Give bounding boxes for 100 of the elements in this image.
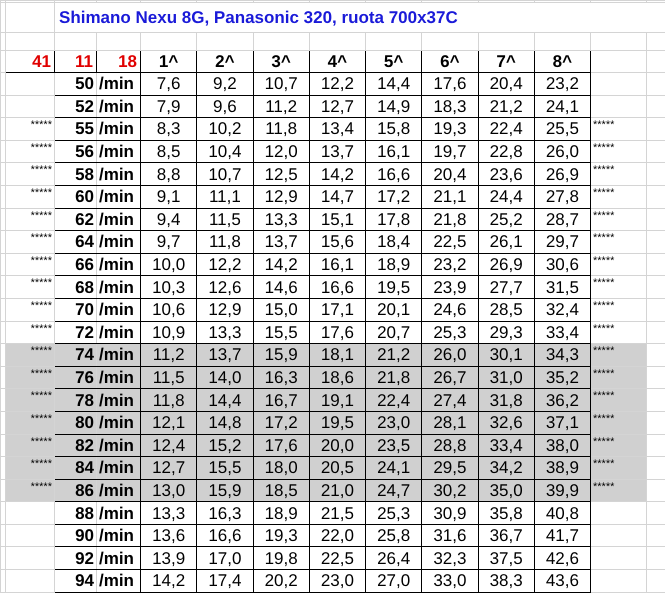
- unit-cell: /min: [96, 185, 140, 208]
- table-cell: 32,4: [534, 298, 590, 322]
- cadence-cell: 78: [54, 388, 96, 412]
- table-cell: 20,0: [309, 434, 366, 457]
- table-cell: 42,6: [534, 546, 590, 570]
- table-cell: 38,3: [478, 570, 534, 592]
- table-cell: 8,5: [140, 140, 197, 163]
- table-cell: 20,4: [478, 72, 534, 96]
- table-cell: 12,1: [140, 411, 197, 434]
- input-cell[interactable]: 11: [54, 50, 96, 72]
- marker-cell: *****: [590, 276, 646, 298]
- table-cell: 14,2: [140, 570, 197, 592]
- table-cell: 13,0: [140, 479, 197, 502]
- table-cell: 21,2: [478, 95, 534, 118]
- table-cell: 28,8: [422, 434, 478, 457]
- table-cell: 12,2: [309, 72, 366, 96]
- table-cell: 21,2: [366, 344, 422, 366]
- table-cell: 14,8: [196, 411, 253, 434]
- table-cell: 8,8: [140, 162, 197, 186]
- column-header: 6^: [422, 50, 478, 72]
- marker-cell: *****: [6, 253, 54, 276]
- marker-cell: *****: [590, 140, 646, 163]
- table-cell: 13,9: [140, 546, 197, 570]
- table-cell: 17,6: [253, 434, 310, 457]
- table-cell: 33,4: [478, 434, 534, 457]
- unit-cell: /min: [96, 411, 140, 434]
- table-cell: 20,5: [309, 456, 366, 480]
- table-cell: 13,7: [309, 140, 366, 163]
- table-cell: 34,2: [478, 456, 534, 480]
- table-cell: 38,9: [534, 456, 590, 480]
- table-cell: 14,7: [309, 185, 366, 208]
- table-cell: 11,8: [196, 230, 253, 254]
- table-cell: 19,5: [309, 411, 366, 434]
- column-header: 8^: [534, 50, 590, 72]
- cadence-cell: 56: [54, 140, 96, 163]
- table-cell: 27,7: [478, 276, 534, 298]
- marker-cell: *****: [590, 208, 646, 231]
- cadence-cell: 52: [54, 95, 96, 118]
- table-cell: 23,2: [534, 72, 590, 96]
- table-cell: 24,4: [478, 185, 534, 208]
- marker-cell: *****: [590, 411, 646, 434]
- table-cell: 12,5: [253, 162, 310, 186]
- table-cell: 9,4: [140, 208, 197, 231]
- table-cell: 16,3: [196, 502, 253, 524]
- table-cell: 25,8: [366, 524, 422, 547]
- table-cell: 10,4: [196, 140, 253, 163]
- table-cell: 8,3: [140, 118, 197, 140]
- table-cell: 23,9: [422, 276, 478, 298]
- table-cell: 16,6: [309, 276, 366, 298]
- table-cell: 17,2: [366, 185, 422, 208]
- table-cell: 39,9: [534, 479, 590, 502]
- marker-cell: *****: [590, 185, 646, 208]
- table-cell: 31,8: [478, 388, 534, 412]
- cadence-cell: 80: [54, 411, 96, 434]
- cadence-cell: 90: [54, 524, 96, 547]
- table-cell: 14,9: [366, 95, 422, 118]
- table-cell: 18,9: [253, 502, 310, 524]
- input-cell[interactable]: 18: [96, 50, 140, 72]
- unit-cell: /min: [96, 298, 140, 322]
- table-cell: 19,8: [253, 546, 310, 570]
- unit-cell: /min: [96, 118, 140, 140]
- table-cell: 40,8: [534, 502, 590, 524]
- unit-cell: /min: [96, 434, 140, 457]
- cadence-cell: 55: [54, 118, 96, 140]
- table-cell: 9,1: [140, 185, 197, 208]
- table-cell: 14,2: [253, 253, 310, 276]
- input-cell[interactable]: 41: [6, 50, 54, 72]
- table-cell: 18,0: [253, 456, 310, 480]
- table-cell: 12,7: [309, 95, 366, 118]
- marker-cell: *****: [590, 479, 646, 502]
- cadence-cell: 66: [54, 253, 96, 276]
- table-cell: 36,7: [478, 524, 534, 547]
- unit-cell: /min: [96, 570, 140, 592]
- table-cell: 12,2: [196, 253, 253, 276]
- table-cell: 23,0: [309, 570, 366, 592]
- marker-cell: *****: [6, 388, 54, 412]
- table-cell: 35,2: [534, 366, 590, 389]
- table-cell: 10,6: [140, 298, 197, 322]
- column-header: 7^: [478, 50, 534, 72]
- unit-cell: /min: [96, 546, 140, 570]
- cadence-cell: 50: [54, 72, 96, 96]
- table-cell: 10,7: [253, 72, 310, 96]
- table-cell: 31,5: [534, 276, 590, 298]
- table-cell: 27,0: [366, 570, 422, 592]
- table-cell: 37,5: [478, 546, 534, 570]
- cadence-cell: 64: [54, 230, 96, 254]
- table-cell: 11,1: [196, 185, 253, 208]
- cadence-cell: 60: [54, 185, 96, 208]
- table-cell: 15,2: [196, 434, 253, 457]
- table-cell: 20,1: [366, 298, 422, 322]
- table-cell: 24,6: [422, 298, 478, 322]
- marker-cell: *****: [590, 366, 646, 389]
- marker-cell: *****: [6, 479, 54, 502]
- marker-cell: *****: [590, 230, 646, 254]
- table-cell: 12,0: [253, 140, 310, 163]
- cadence-cell: 74: [54, 344, 96, 366]
- table-cell: 11,2: [253, 95, 310, 118]
- table-cell: 27,4: [422, 388, 478, 412]
- table-cell: 10,0: [140, 253, 197, 276]
- unit-cell: /min: [96, 388, 140, 412]
